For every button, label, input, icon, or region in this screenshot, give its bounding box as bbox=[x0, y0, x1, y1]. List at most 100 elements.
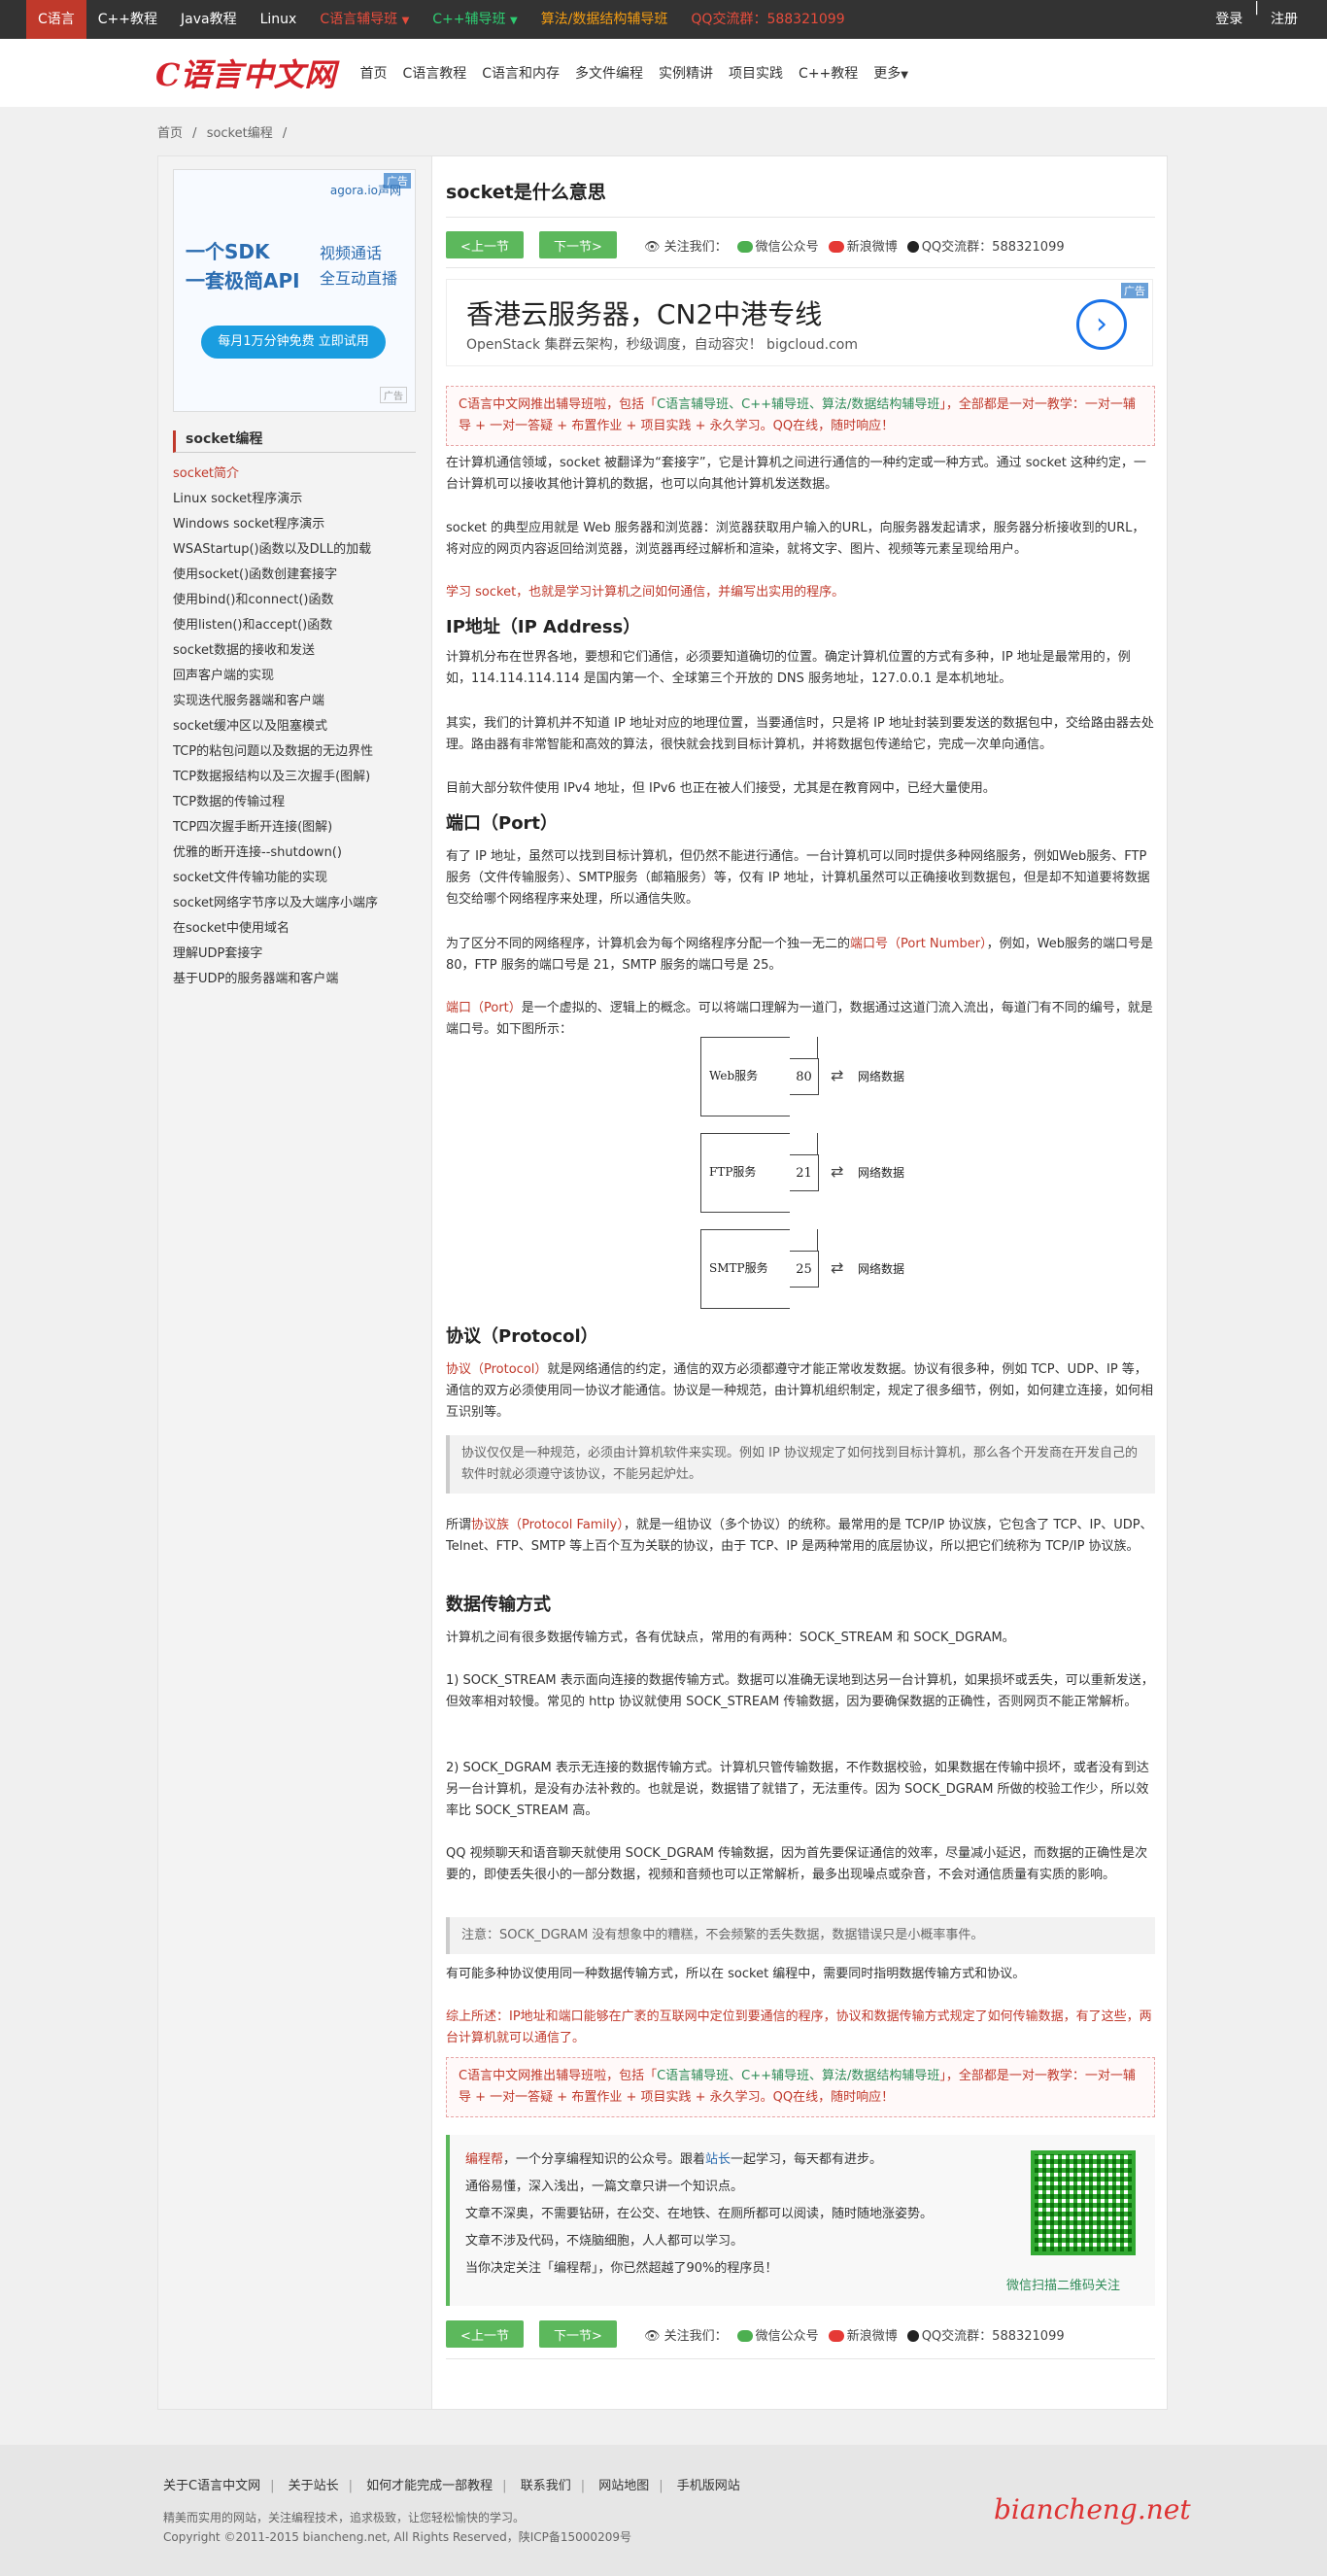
text: 所谓 bbox=[446, 1518, 472, 1532]
service-label: SMTP服务 bbox=[709, 1261, 768, 1275]
wechat-promo: 编程帮，一个分享编程知识的公众号。跟着站长一起学习，每天都有进步。 通俗易懂，深… bbox=[446, 2135, 1155, 2306]
wechat-icon bbox=[736, 241, 753, 253]
footer-link[interactable]: 联系我们 bbox=[521, 2479, 571, 2493]
paragraph: 计算机之间有很多数据传输方式，各有优缺点，常用的有两种：SOCK_STREAM … bbox=[446, 1631, 1015, 1645]
banner-ad[interactable]: 广告 香港云服务器，CN2中港专线 OpenStack 集群云架构，秒级调度，自… bbox=[446, 279, 1153, 366]
note-quote: 注意：SOCK_DGRAM 没有想象中的糟糕，不会频繁的丢失数据，数据错误只是小… bbox=[446, 1917, 1155, 1954]
register-link[interactable]: 注册 bbox=[1267, 0, 1302, 39]
chevron-right-icon[interactable]: › bbox=[1076, 299, 1127, 350]
divider bbox=[446, 217, 1155, 218]
nav-home[interactable]: 首页 bbox=[359, 63, 387, 83]
breadcrumb-socket[interactable]: socket编程 bbox=[207, 126, 273, 141]
sidebar-item[interactable]: socket网络字节序以及大端序小端序 bbox=[173, 891, 378, 916]
qr-code bbox=[1031, 2150, 1136, 2255]
weibo-link[interactable]: 新浪微博 bbox=[828, 236, 898, 255]
heading-ip: IP地址（IP Address） bbox=[446, 617, 641, 637]
sidebar-item[interactable]: Linux socket程序演示 bbox=[173, 487, 378, 512]
topnav-c-class[interactable]: C语言辅导班 ▼ bbox=[308, 0, 421, 39]
bcg-name[interactable]: 编程帮 bbox=[465, 2152, 503, 2167]
sidebar-item[interactable]: WSAStartup()函数以及DLL的加载 bbox=[173, 537, 378, 563]
text: ，一个分享编程知识的公众号。跟着 bbox=[503, 2152, 706, 2167]
weibo-link[interactable]: 新浪微博 bbox=[828, 2325, 898, 2344]
paragraph: 为了区分不同的网络程序，计算机会为每个网络程序分配一个独一无二的端口号（Port… bbox=[446, 934, 1155, 977]
login-link[interactable]: 登录 bbox=[1211, 0, 1246, 39]
footer-sep: | bbox=[502, 2479, 507, 2493]
sidebar-item[interactable]: 使用bind()和connect()函数 bbox=[173, 588, 378, 613]
service-label: Web服务 bbox=[709, 1069, 759, 1082]
bidirectional-arrow-icon: ⇄ bbox=[831, 1258, 844, 1277]
nav-projects[interactable]: 项目实践 bbox=[729, 63, 783, 83]
footer-link[interactable]: 关于站长 bbox=[289, 2479, 339, 2493]
sidebar-item[interactable]: socket文件传输功能的实现 bbox=[173, 866, 378, 891]
sidebar-item[interactable]: 理解UDP套接字 bbox=[173, 942, 378, 967]
sidebar-item[interactable]: 回声客户端的实现 bbox=[173, 664, 378, 689]
topnav-cpp-class[interactable]: C++辅导班 ▼ bbox=[421, 0, 528, 39]
breadcrumb-home[interactable]: 首页 bbox=[157, 126, 183, 141]
sidebar-item[interactable]: TCP的粘包问题以及数据的无边界性 bbox=[173, 739, 378, 765]
share-bar: 👁 关注我们： 微信公众号 新浪微博 QQ交流群：588321099 bbox=[644, 236, 1065, 255]
sidebar-item[interactable]: TCP四次握手断开连接(图解) bbox=[173, 815, 378, 841]
sidebar-item[interactable]: TCP数据的传输过程 bbox=[173, 790, 378, 815]
prev-button[interactable]: <上一节 bbox=[446, 231, 524, 258]
site-header: C语言中文网 首页 C语言教程 C语言和内存 多文件编程 实例精讲 项目实践 C… bbox=[0, 39, 1327, 107]
footer-sep: | bbox=[270, 2479, 275, 2493]
nav-cpp-tutorial[interactable]: C++教程 bbox=[799, 63, 858, 83]
qq-icon bbox=[906, 2330, 919, 2342]
notice-courses[interactable]: C语言辅导班、C++辅导班、算法/数据结构辅导班 bbox=[657, 397, 939, 412]
term-port-number: 端口号（Port Number） bbox=[850, 937, 987, 951]
banner-headline: 香港云服务器，CN2中港专线 bbox=[466, 298, 823, 330]
notice-courses[interactable]: C语言辅导班、C++辅导班、算法/数据结构辅导班 bbox=[657, 2069, 939, 2083]
ad-cta-button[interactable]: 每月1万分钟免费 立即试用 bbox=[201, 326, 386, 359]
nav-multifile[interactable]: 多文件编程 bbox=[575, 63, 643, 83]
sidebar-item[interactable]: 在socket中使用域名 bbox=[173, 916, 378, 942]
wechat-link[interactable]: 微信公众号 bbox=[736, 236, 819, 255]
footer-link[interactable]: 关于C语言中文网 bbox=[163, 2479, 260, 2493]
nav-c-tutorial[interactable]: C语言教程 bbox=[402, 63, 466, 83]
qq-link[interactable]: QQ交流群：588321099 bbox=[906, 236, 1065, 255]
site-logo[interactable]: C语言中文网 bbox=[155, 51, 335, 95]
sidebar-item[interactable]: 优雅的断开连接--shutdown() bbox=[173, 841, 378, 866]
topnav-c-class-label: C语言辅导班 bbox=[320, 12, 398, 27]
chevron-down-icon: ▼ bbox=[401, 16, 410, 26]
qq-link[interactable]: QQ交流群：588321099 bbox=[906, 2325, 1065, 2344]
port-box: Web服务 bbox=[700, 1037, 790, 1116]
sidebar-item[interactable]: Windows socket程序演示 bbox=[173, 512, 378, 537]
port-diagram-smtp: SMTP服务 25 ⇄ 网络数据 bbox=[700, 1229, 914, 1309]
text: 就是网络通信的约定，通信的双方必须都遵守才能正常收发数据。协议有很多种，例如 T… bbox=[446, 1362, 1154, 1420]
wechat-link[interactable]: 微信公众号 bbox=[736, 2325, 819, 2344]
topnav-algo-class[interactable]: 算法/数据结构辅导班 bbox=[529, 0, 680, 39]
footer-link[interactable]: 手机版网站 bbox=[677, 2479, 740, 2493]
sidebar-ad[interactable]: 广告 agora.io声网 一个SDK 一套极简API 视频通话 全互动直播 每… bbox=[173, 169, 416, 412]
weibo-label: 新浪微博 bbox=[846, 2328, 898, 2344]
nav-more[interactable]: 更多▼ bbox=[873, 63, 908, 83]
prev-button[interactable]: <上一节 bbox=[446, 2320, 524, 2348]
paragraph-highlight: 学习 socket，也就是学习计算机之间如何通信，并编写出实用的程序。 bbox=[446, 585, 845, 600]
sidebar-item[interactable]: 使用listen()和accept()函数 bbox=[173, 613, 378, 638]
footer-link[interactable]: 如何才能完成一部教程 bbox=[366, 2479, 493, 2493]
author-link[interactable]: 站长 bbox=[705, 2152, 731, 2167]
nav-c-memory[interactable]: C语言和内存 bbox=[482, 63, 560, 83]
next-button[interactable]: 下一节> bbox=[539, 231, 617, 258]
port-number: 25 bbox=[790, 1229, 819, 1288]
ad-right1: 视频通话 bbox=[320, 244, 383, 262]
sidebar-item[interactable]: TCP数据报结构以及三次握手(图解) bbox=[173, 765, 378, 790]
topnav-c[interactable]: C语言 bbox=[26, 0, 86, 39]
footer-link[interactable]: 网站地图 bbox=[598, 2479, 649, 2493]
paragraph: 其实，我们的计算机并不知道 IP 地址对应的地理位置，当要通信时，只是将 IP … bbox=[446, 716, 1154, 752]
footer: 关于C语言中文网 | 关于站长 | 如何才能完成一部教程 | 联系我们 | 网站地图 | … bbox=[0, 2445, 1327, 2576]
breadcrumb-sep: / bbox=[192, 126, 197, 141]
topnav-linux[interactable]: Linux bbox=[249, 0, 309, 39]
nav-examples[interactable]: 实例精讲 bbox=[659, 63, 713, 83]
topnav-cpp[interactable]: C++教程 bbox=[86, 0, 169, 39]
sidebar-item[interactable]: 使用socket()函数创建套接字 bbox=[173, 563, 378, 588]
sidebar-item[interactable]: socket数据的接收和发送 bbox=[173, 638, 378, 664]
topnav-qq-group[interactable]: QQ交流群：588321099 bbox=[679, 0, 856, 39]
sidebar-item[interactable]: socket缓冲区以及阻塞模式 bbox=[173, 714, 378, 739]
paragraph: 所谓协议族（Protocol Family），就是一组协议（多个协议）的统称。最… bbox=[446, 1515, 1155, 1558]
sidebar-item[interactable]: socket简介 bbox=[173, 462, 378, 487]
topnav-java[interactable]: Java教程 bbox=[169, 0, 249, 39]
sidebar-item[interactable]: 实现迭代服务器端和客户端 bbox=[173, 689, 378, 714]
sidebar-item[interactable]: 基于UDP的服务器端和客户端 bbox=[173, 967, 378, 992]
next-button[interactable]: 下一节> bbox=[539, 2320, 617, 2348]
notice-pre: C语言中文网推出辅导班啦，包括「 bbox=[459, 2069, 658, 2083]
